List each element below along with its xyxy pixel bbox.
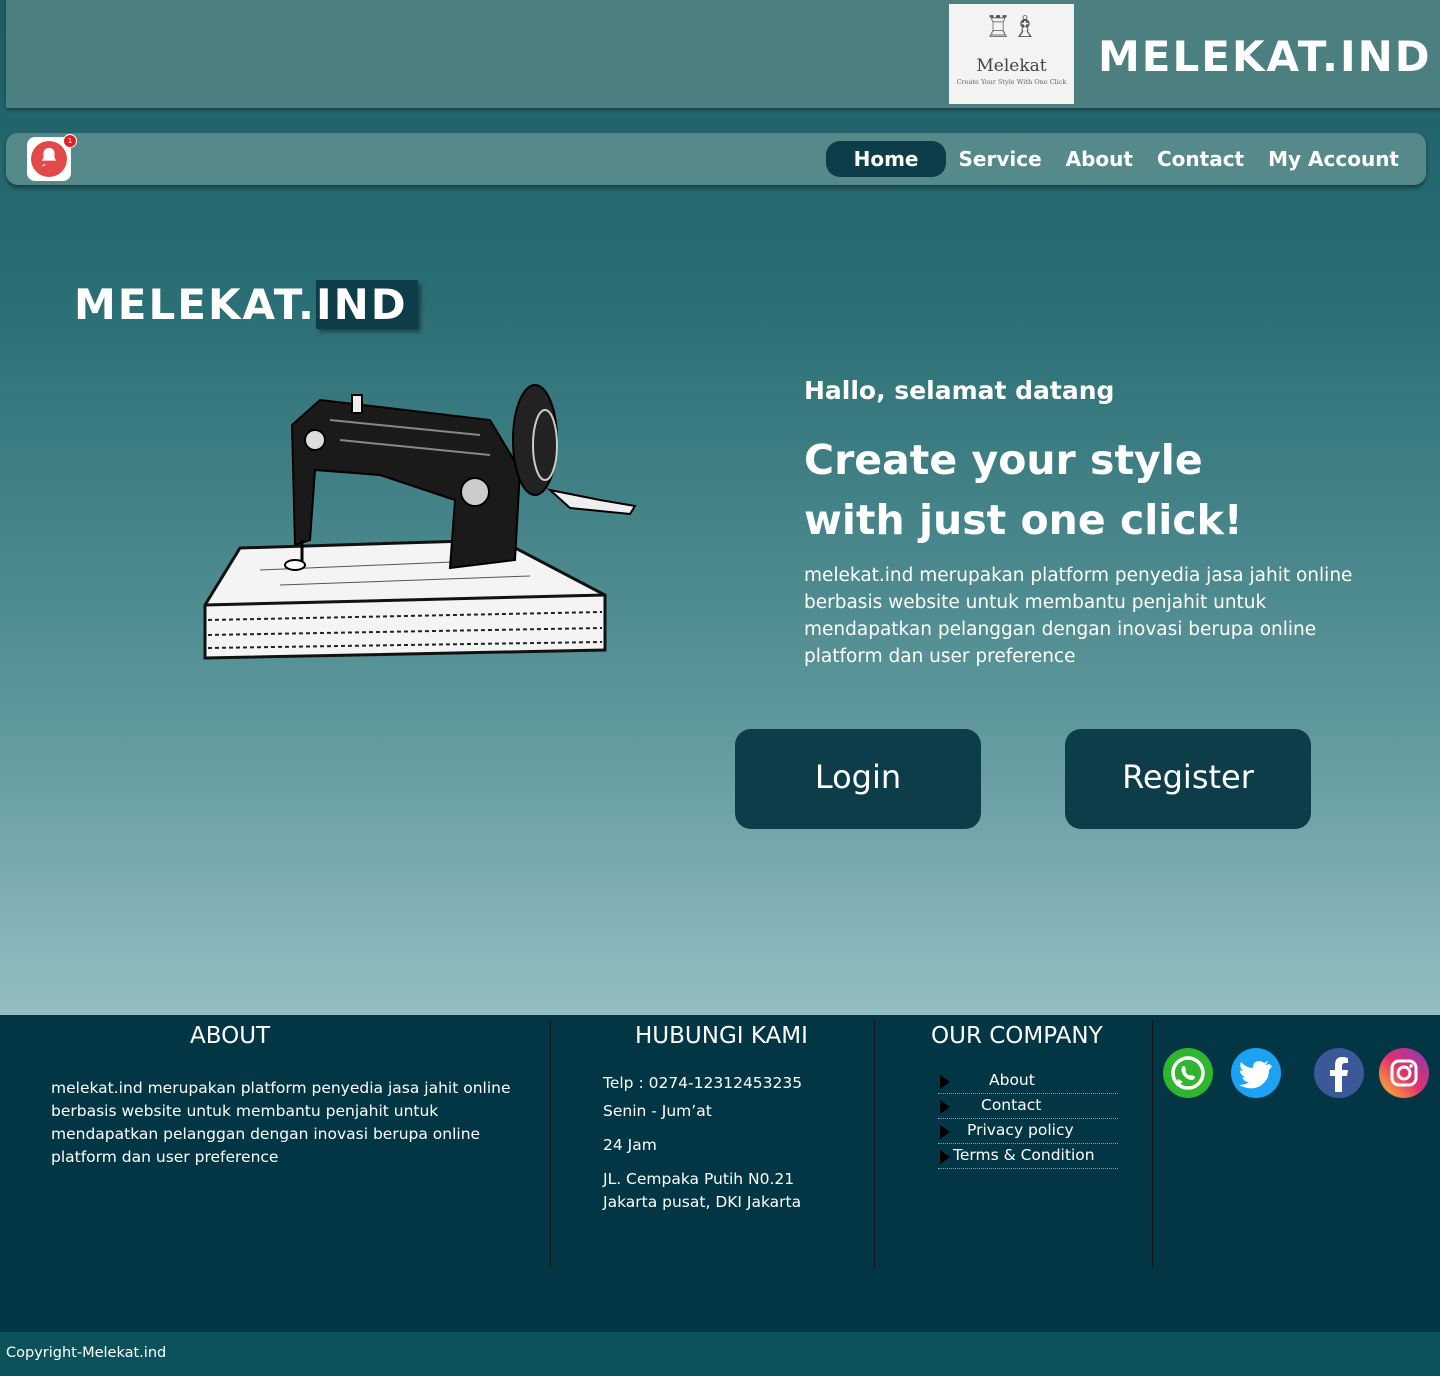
nav-contact[interactable]: Contact xyxy=(1145,141,1256,177)
arrow-right-icon xyxy=(940,1075,950,1089)
navbar: 1 Home Service About Contact My Account xyxy=(6,133,1426,185)
nav-about[interactable]: About xyxy=(1054,141,1145,177)
company-link-contact[interactable]: Contact xyxy=(938,1096,1118,1119)
footer-about-text: melekat.ind merupakan platform penyedia … xyxy=(51,1079,511,1166)
whatsapp-icon[interactable] xyxy=(1163,1048,1213,1098)
footer-about-title: ABOUT xyxy=(190,1023,271,1049)
notification-button[interactable]: 1 xyxy=(27,134,77,181)
footer-divider xyxy=(550,1020,551,1268)
footer-divider xyxy=(874,1020,875,1268)
footer-company-title: OUR COMPANY xyxy=(931,1023,1103,1049)
hero-brand-part1: MELEKAT. xyxy=(74,280,316,329)
copyright-bar: Copyright-Melekat.ind xyxy=(0,1332,1440,1376)
contact-days: Senin - Jum’at xyxy=(603,1102,712,1120)
hero-brand: MELEKAT.IND xyxy=(74,280,418,329)
nav-home[interactable]: Home xyxy=(825,141,947,177)
company-link-privacy[interactable]: Privacy policy xyxy=(938,1121,1118,1144)
headline-line-1: Create your style xyxy=(804,436,1203,484)
footer-divider xyxy=(1152,1020,1153,1268)
arrow-right-icon xyxy=(940,1125,950,1139)
instagram-icon[interactable] xyxy=(1379,1048,1429,1098)
facebook-icon[interactable] xyxy=(1314,1048,1364,1098)
company-link-about[interactable]: About xyxy=(938,1071,1118,1094)
company-link-terms[interactable]: Terms & Condition xyxy=(938,1146,1118,1169)
nav-menu: Home Service About Contact My Account xyxy=(825,133,1411,185)
dress-form-icon: ♖♗ xyxy=(984,10,1039,45)
register-button[interactable]: Register xyxy=(1065,729,1311,829)
twitter-icon[interactable] xyxy=(1231,1048,1281,1098)
footer-contact-title: HUBUNGI KAMI xyxy=(635,1023,808,1049)
nav-service[interactable]: Service xyxy=(946,141,1053,177)
nav-my-account[interactable]: My Account xyxy=(1256,141,1411,177)
sewing-machine-illustration xyxy=(203,384,637,660)
greeting-text: Hallo, selamat datang xyxy=(804,376,1115,405)
contact-address-line2: Jakarta pusat, DKI Jakarta xyxy=(603,1193,802,1211)
company-links: About Contact Privacy policy Terms & Con… xyxy=(938,1071,1118,1171)
contact-hours: 24 Jam xyxy=(603,1136,657,1154)
hero-description: melekat.ind merupakan platform penyedia … xyxy=(804,565,1353,667)
headline-line-2: with just one click! xyxy=(804,496,1243,544)
top-header: ♖♗ Melekat Create Your Style With One Cl… xyxy=(6,0,1440,108)
hero-brand-part2: IND xyxy=(315,280,418,329)
brand-title: MELEKAT.IND xyxy=(1098,32,1432,81)
logo-tagline: Create Your Style With One Click xyxy=(956,78,1067,86)
arrow-right-icon xyxy=(940,1100,950,1114)
footer: ABOUT melekat.ind merupakan platform pen… xyxy=(0,1015,1440,1332)
logo-name: Melekat xyxy=(976,56,1047,76)
bell-icon xyxy=(41,147,57,168)
arrow-right-icon xyxy=(940,1150,950,1164)
contact-address-line1: JL. Cempaka Putih N0.21 xyxy=(603,1170,795,1188)
hero-headline: Create your style with just one click! xyxy=(804,430,1364,550)
login-button[interactable]: Login xyxy=(735,729,981,829)
notification-badge: 1 xyxy=(63,134,77,148)
copyright-text: Copyright-Melekat.ind xyxy=(6,1345,167,1361)
contact-phone: Telp : 0274-12312453235 xyxy=(603,1074,803,1092)
site-logo[interactable]: ♖♗ Melekat Create Your Style With One Cl… xyxy=(949,4,1074,104)
